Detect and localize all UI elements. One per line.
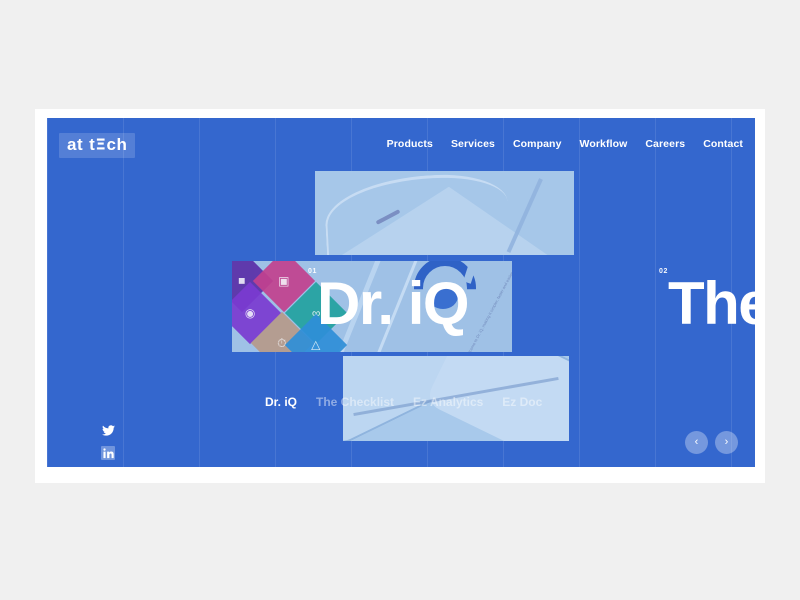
logo-text-ch: ch (106, 135, 128, 154)
nav-item-careers[interactable]: Careers (645, 138, 685, 150)
screenshot-canvas: at t Ξch Products Services Company Workfl… (0, 0, 800, 600)
photo-microcopy: Welcome to Dr. iQ, making it simpler, fa… (464, 270, 512, 352)
slide-title-current: Dr. iQ (317, 270, 470, 337)
document-icon: ▣ (278, 274, 290, 288)
logo-text-e: Ξ (95, 136, 107, 154)
slide-number-02: 02 (659, 268, 668, 275)
nav-item-products[interactable]: Products (387, 138, 433, 150)
slide-tab-ez-doc[interactable]: Ez Doc (502, 395, 542, 409)
slide-tab-dr-iq[interactable]: Dr. iQ (265, 395, 297, 409)
hero-panel: at t Ξch Products Services Company Workfl… (47, 118, 755, 467)
twitter-icon[interactable] (101, 423, 115, 437)
send-icon: △ (311, 337, 321, 352)
linkedin-icon[interactable] (101, 446, 115, 460)
nav-item-contact[interactable]: Contact (703, 138, 743, 150)
hero-image-band-top (315, 171, 574, 255)
slide-number-01: 01 (308, 268, 317, 275)
tile-icon: ■ (238, 274, 246, 288)
slide-tab-ez-analytics[interactable]: Ez Analytics (413, 395, 483, 409)
nav-item-workflow[interactable]: Workflow (580, 138, 628, 150)
social-links (101, 423, 115, 460)
photo-shape-arc (323, 171, 511, 255)
nav-item-services[interactable]: Services (451, 138, 495, 150)
site-header: at t Ξch Products Services Company Workfl… (47, 118, 755, 176)
slide-tab-the-checklist[interactable]: The Checklist (316, 395, 394, 409)
next-slide-button[interactable]: › (715, 431, 738, 454)
site-logo[interactable]: at t Ξch (59, 133, 136, 158)
previous-slide-button[interactable]: ‹ (685, 431, 708, 454)
logo-text-at: at (67, 135, 84, 154)
main-navigation: Products Services Company Workflow Caree… (387, 138, 743, 150)
tile-icon: ◉ (244, 305, 256, 320)
slide-title-next: The (668, 270, 755, 337)
nav-item-company[interactable]: Company (513, 138, 562, 150)
slider-controls: ‹ › (685, 431, 738, 454)
slide-tab-list: Dr. iQ The Checklist Ez Analytics Ez Doc (265, 395, 542, 409)
